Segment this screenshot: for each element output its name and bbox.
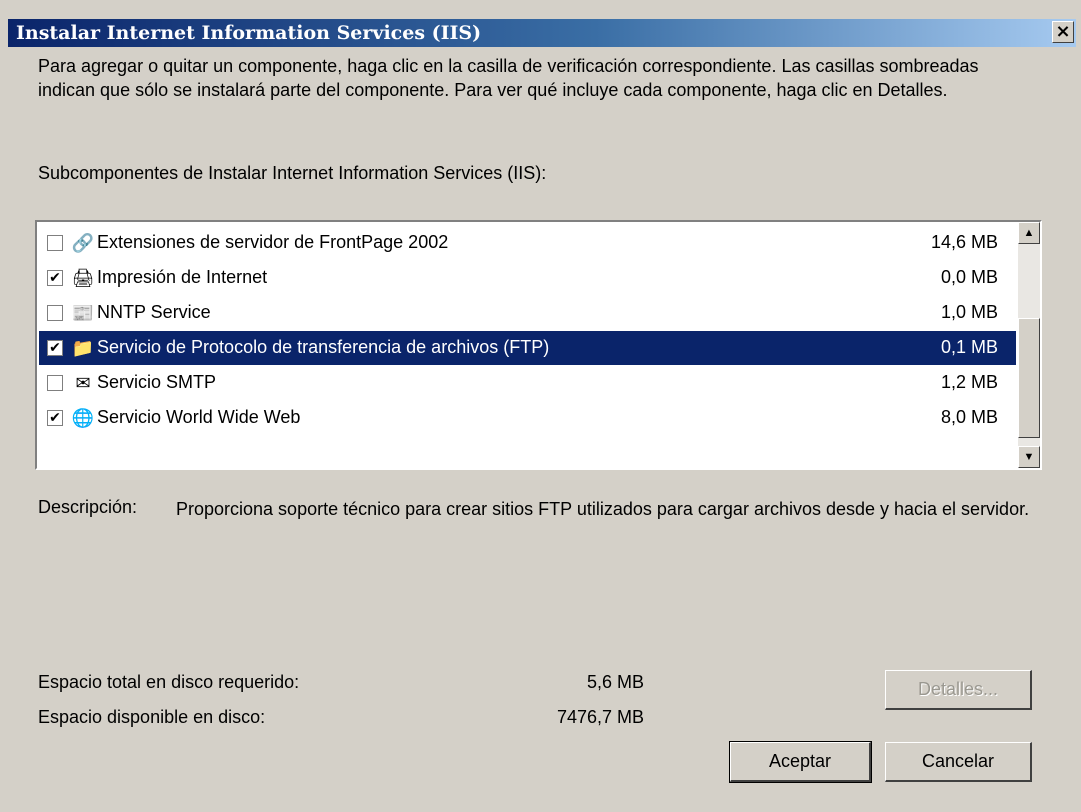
component-checkbox[interactable] xyxy=(47,235,63,251)
component-checkbox[interactable] xyxy=(47,340,63,356)
vertical-scrollbar[interactable]: ▲ ▼ xyxy=(1018,222,1040,468)
disk-required-label: Espacio total en disco requerido: xyxy=(38,672,300,692)
cancel-button[interactable]: Cancelar xyxy=(885,742,1032,782)
component-label: Servicio de Protocolo de transferencia d… xyxy=(97,337,550,357)
component-checkbox[interactable] xyxy=(47,375,63,391)
details-button[interactable]: Detalles... xyxy=(885,670,1032,710)
component-checkbox[interactable] xyxy=(47,410,63,426)
folder-icon: 📁 xyxy=(71,338,95,358)
component-size: 0,1 MB xyxy=(940,337,998,357)
component-label: Extensiones de servidor de FrontPage 200… xyxy=(97,232,449,252)
close-icon[interactable]: × xyxy=(1052,21,1074,43)
component-size: 1,0 MB xyxy=(940,302,998,322)
component-label: Servicio World Wide Web xyxy=(97,407,301,427)
disk-required-value: 5,6 MB xyxy=(586,672,644,692)
component-row[interactable]: 🖨Impresión de Internet 0,0 MB xyxy=(39,261,1016,295)
component-checkbox[interactable] xyxy=(47,270,63,286)
title-bar[interactable]: Instalar Internet Information Services (… xyxy=(8,19,1076,47)
description-label: Descripción: xyxy=(38,497,138,517)
accept-button[interactable]: Aceptar xyxy=(729,741,872,783)
component-row[interactable]: 🔗 Extensiones de servidor de FrontPage 20… xyxy=(39,226,1016,260)
scroll-down-icon[interactable]: ▼ xyxy=(1018,446,1040,468)
component-row[interactable]: ✉ Servicio SMTP 1,2 MB xyxy=(39,366,1016,400)
disk-available-value: 7476,7 MB xyxy=(556,707,644,727)
description-text: Proporciona soporte técnico para crear s… xyxy=(176,499,1030,519)
subcomponents-label: Subcomponentes de Instalar Internet Info… xyxy=(38,163,547,183)
components-list[interactable]: 🔗 Extensiones de servidor de FrontPage 20… xyxy=(35,220,1042,470)
intro-text: Para agregar o quitar un componente, hag… xyxy=(38,56,979,100)
component-label: NNTP Service xyxy=(97,302,211,322)
component-checkbox[interactable] xyxy=(47,305,63,321)
component-row[interactable]: 🌐Servicio World Wide Web 8,0 MB xyxy=(39,401,1016,435)
component-label: Impresión de Internet xyxy=(97,267,268,287)
iis-setup-dialog: Instalar Internet Information Services (… xyxy=(0,0,1081,812)
nntp-icon: 📰 xyxy=(71,303,95,323)
component-size: 1,2 MB xyxy=(940,372,998,392)
globe-icon: 🌐 xyxy=(71,408,95,428)
component-row[interactable]: 📰 NNTP Service 1,0 MB xyxy=(39,296,1016,330)
window-title: Instalar Internet Information Services (… xyxy=(16,22,482,44)
frontpage-extensions-icon: 🔗 xyxy=(71,233,95,253)
printer-icon: 🖨 xyxy=(71,268,95,288)
component-size: 0,0 MB xyxy=(940,267,998,287)
component-size: 8,0 MB xyxy=(940,407,998,427)
disk-available-label: Espacio disponible en disco: xyxy=(38,707,266,727)
component-label: Servicio SMTP xyxy=(97,372,217,392)
scroll-up-icon[interactable]: ▲ xyxy=(1018,222,1040,244)
component-size: 14,6 MB xyxy=(930,232,998,252)
scroll-thumb[interactable] xyxy=(1018,318,1040,438)
component-row[interactable]: 📁Servicio de Protocolo de transferencia … xyxy=(39,331,1016,365)
mail-icon: ✉ xyxy=(75,373,91,393)
